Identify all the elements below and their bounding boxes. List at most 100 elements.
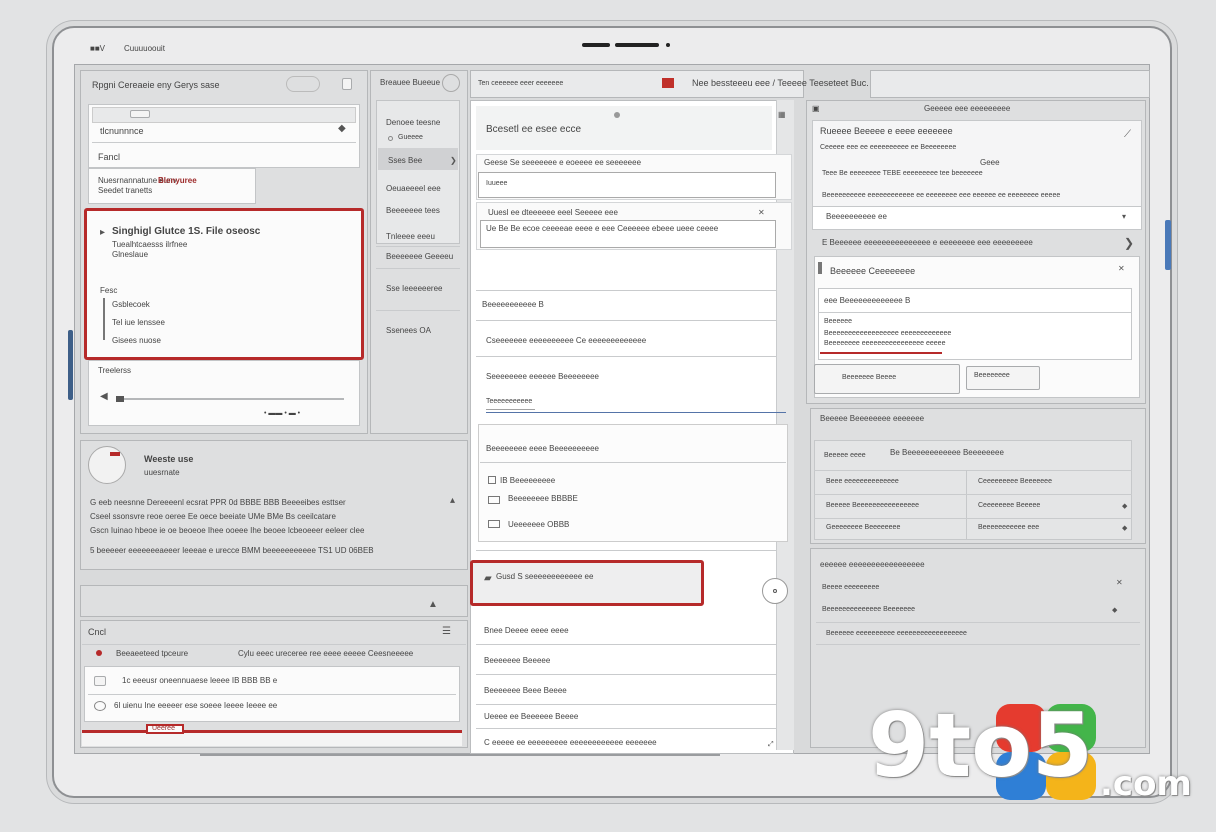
right-bottom-item-3[interactable]: Beeeeee eeeeeeeeee eeeeeeeeeeeeeeeeee bbox=[826, 630, 967, 637]
table-cell-r2c1: Beeeee Beeeeeeeeeeeeeeee bbox=[826, 502, 920, 509]
mid-nav-item-2[interactable]: Gueeee bbox=[398, 134, 423, 141]
main-row-2-sub: Teeeeeeeeeee bbox=[486, 398, 533, 405]
slider-thumb[interactable] bbox=[116, 396, 124, 402]
timeline-slider[interactable] bbox=[116, 398, 344, 400]
subcard-item-1-checkbox[interactable] bbox=[488, 476, 496, 484]
tree-line bbox=[103, 298, 105, 340]
add-circle-icon bbox=[773, 589, 777, 593]
mid-nav-item-1[interactable]: Denoee teesne bbox=[386, 118, 440, 127]
record-icon[interactable] bbox=[662, 78, 674, 88]
right-bottom-item-2-icon[interactable]: ◆ bbox=[1112, 606, 1117, 616]
radio-icon[interactable] bbox=[388, 136, 393, 141]
right-info-row: E Beeeeee eeeeeeeeeeeeeee e eeeeeeee eee… bbox=[822, 238, 1033, 247]
dialog-desc-2: Beeeeeeee eeeeeeeeeeeeeeee eeeee bbox=[824, 340, 946, 347]
card-dot-icon bbox=[614, 112, 620, 118]
main-list-row-1[interactable]: Bnee Deeee eeee eeee bbox=[484, 626, 569, 635]
collapse-icon[interactable]: ▲ bbox=[428, 600, 438, 610]
mid-nav-header: Breauee Bueeue bbox=[380, 78, 441, 87]
comment-line-4: 5 beeeeer eeeeeeeaeeer Ieeeae e urecce B… bbox=[90, 546, 374, 555]
mid-nav-item-8[interactable]: Sse Ieeeeeeree bbox=[386, 284, 443, 293]
active-row[interactable] bbox=[470, 560, 704, 606]
field2-close-icon[interactable]: ✕ bbox=[758, 208, 765, 218]
table-cell-r3c1: Geeeeeeee Beeeeeeee bbox=[826, 524, 901, 531]
status-dot-icon bbox=[96, 650, 102, 656]
file-row-highlight: Blenyuree bbox=[158, 176, 197, 185]
row-expand-icon[interactable]: ⤢ bbox=[768, 740, 774, 750]
left-panel-search-icon[interactable] bbox=[286, 76, 320, 92]
mid-nav-item-6[interactable]: Tnleeee eeeu bbox=[386, 232, 435, 241]
field1-input[interactable] bbox=[478, 172, 776, 198]
selected-file-label: Fesc bbox=[100, 286, 118, 295]
right-input-dropdown-icon[interactable]: ▾ bbox=[1122, 212, 1126, 222]
comment-meta: uuesrnate bbox=[144, 468, 180, 477]
scroll-grip-icon[interactable]: ▦ bbox=[778, 110, 786, 120]
right-card-sub: Ceeeee eee ee eeeeeeeeee ee Beeeeeeee bbox=[820, 144, 957, 151]
main-row-2[interactable]: Seeeeeeee eeeeee Beeeeeeee bbox=[486, 372, 599, 381]
dialog-close-icon[interactable]: ✕ bbox=[1118, 264, 1125, 274]
comment-line-2: Cseel ssonsvre reoe oeree Ee oece beeiat… bbox=[90, 512, 336, 521]
dialog-title: Beeeeee Ceeeeeeee bbox=[830, 266, 916, 276]
comment-arrow-icon[interactable]: ▴ bbox=[450, 496, 455, 506]
divider bbox=[818, 312, 1132, 313]
right-bottom-close-icon[interactable]: ✕ bbox=[1116, 578, 1123, 588]
file-list-tab-button[interactable] bbox=[130, 110, 150, 118]
section2-menu-icon[interactable]: ☰ bbox=[442, 627, 451, 637]
file-list-row-1[interactable]: Fancl bbox=[98, 152, 120, 162]
divider bbox=[92, 142, 356, 143]
right-info-chevron-icon[interactable]: ❯ bbox=[1124, 237, 1134, 249]
section-title: Beeeeeeeeeee B bbox=[482, 300, 544, 309]
comment-line-3: Gscn Iuinao hbeoe ie oe beoeoe Ihee ooee… bbox=[90, 526, 365, 535]
main-row-1[interactable]: Cseeeeeee eeeeeeeeee Ce eeeeeeeeeeeee bbox=[486, 336, 646, 345]
list-item-2[interactable]: 6l uienu Ine eeeeer ese soeee Ieeee Ieee… bbox=[114, 701, 277, 710]
mid-nav-item-4[interactable]: Oeuaeeeel eee bbox=[386, 184, 441, 193]
subcard-item-2-icon bbox=[488, 496, 500, 504]
slider-value: • ▬▬ • ▬ • bbox=[264, 410, 301, 417]
divider bbox=[376, 268, 460, 269]
avatar[interactable] bbox=[88, 446, 126, 484]
selected-item-2[interactable]: Tel iue lenssee bbox=[112, 318, 165, 327]
right-card-desc: Teee Be eeeeeeee TEBE eeeeeeeee tee beee… bbox=[822, 170, 983, 177]
active-row-icon: ▰ bbox=[484, 573, 492, 584]
list-header-left: Beeaeeteed tpceure bbox=[116, 649, 189, 658]
mid-nav-item-7[interactable]: Beeeeeee Geeeeu bbox=[386, 252, 453, 261]
list-item-1[interactable]: 1c eeeusr oneennuaese leeee IB BBB BB e bbox=[122, 676, 277, 685]
table-cell-r1c2: Ceeeeeeeee Beeeeeee bbox=[978, 478, 1052, 485]
selected-item-3[interactable]: Gisees nuose bbox=[112, 336, 161, 345]
table-cell-r3c2: Beeeeeeeeeee eee bbox=[978, 524, 1040, 531]
collapsed-bar[interactable] bbox=[80, 585, 468, 617]
main-list-row-4[interactable]: Ueeee ee Beeeeee Beeee bbox=[484, 712, 578, 721]
right-bottom-item-2[interactable]: Beeeeeeeeeeeeee Beeeeeee bbox=[822, 606, 915, 613]
sensor-dot-icon bbox=[666, 43, 670, 47]
left-panel-menu-icon[interactable] bbox=[342, 78, 352, 90]
list-item-2-icon bbox=[94, 701, 106, 711]
table-col-divider bbox=[966, 470, 967, 540]
main-list-row-5[interactable]: C eeeee ee eeeeeeeee eeeeeeeeeeee eeeeee… bbox=[484, 738, 657, 747]
comment-line-1: G eeb neesnne Dereeeenl ecsrat PPR 0d BB… bbox=[90, 498, 346, 507]
field1-value: Iuueee bbox=[486, 180, 508, 187]
mid-nav-item-3[interactable]: Sses Bee bbox=[388, 156, 422, 165]
table-row-3-icon[interactable]: ◆ bbox=[1122, 524, 1127, 534]
dialog-error-line bbox=[820, 352, 942, 354]
subcard-item-3[interactable]: Ueeeeeee OBBB bbox=[508, 520, 569, 529]
main-list-row-2[interactable]: Beeeeeee Beeeee bbox=[484, 656, 550, 665]
file-list-pin-icon[interactable]: ◆ bbox=[338, 124, 346, 134]
divider bbox=[814, 470, 1132, 471]
side-button-icon[interactable] bbox=[1165, 220, 1171, 270]
right-card-arrow-icon[interactable]: ⟋ bbox=[1124, 130, 1131, 140]
right-bottom-item-1[interactable]: Beeee eeeeeeeee bbox=[822, 584, 879, 591]
selected-file-sub2: Glneslaue bbox=[112, 250, 149, 259]
mid-nav-chevron-icon[interactable]: ❯ bbox=[450, 156, 457, 166]
main-list-row-3[interactable]: Beeeeeee Beee Beeee bbox=[484, 686, 567, 695]
subcard-item-2[interactable]: Beeeeeeee BBBBE bbox=[508, 494, 578, 503]
selected-file-title: Singhigl Glutce 1S. File oseosc bbox=[112, 226, 261, 237]
left-edge-tab-icon[interactable] bbox=[68, 330, 73, 400]
mid-nav-item-9[interactable]: Ssenees OA bbox=[386, 326, 431, 335]
selected-item-1[interactable]: Gsblecoek bbox=[112, 300, 150, 309]
status-title: Cuuuuoouit bbox=[124, 44, 165, 53]
mid-nav-search-icon[interactable] bbox=[442, 74, 460, 92]
list-footer-bar[interactable] bbox=[82, 730, 462, 746]
mid-nav-item-5[interactable]: Beeeeeee tees bbox=[386, 206, 440, 215]
table-row-2-icon[interactable]: ◆ bbox=[1122, 502, 1127, 512]
volume-icon[interactable]: ◀ bbox=[100, 392, 108, 402]
right-table-header-sub: Be Beeeeeeeeeeee Beeeeeeee bbox=[890, 448, 1004, 457]
